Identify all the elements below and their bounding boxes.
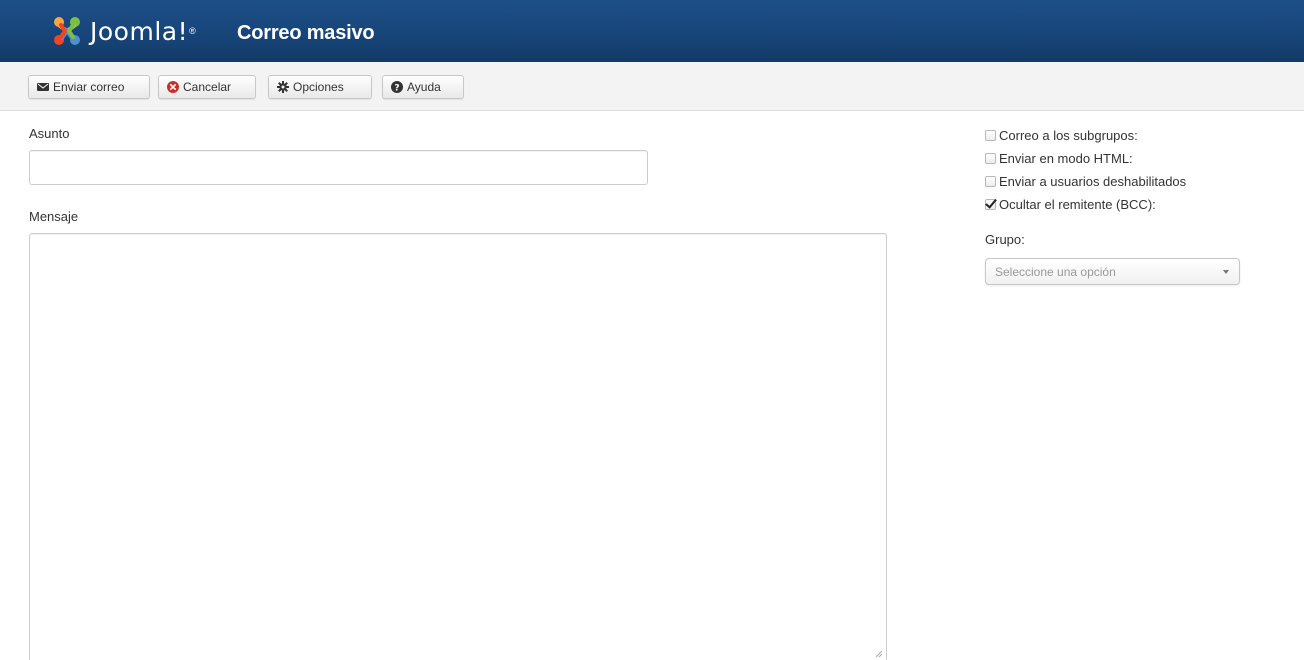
joomla-logo-icon	[54, 17, 80, 45]
mail-subgroups-label: Correo a los subgrupos:	[999, 128, 1138, 143]
html-mode-option[interactable]: Enviar en modo HTML:	[985, 151, 1133, 166]
hide-sender-bcc-label: Ocultar el remitente (BCC):	[999, 197, 1156, 212]
toolbar: Enviar correo Cancelar Opciones ? Ayuda	[0, 62, 1304, 111]
options-button[interactable]: Opciones	[268, 75, 372, 99]
resize-grip-icon[interactable]	[873, 648, 883, 658]
group-label: Grupo:	[985, 232, 1025, 247]
subject-input[interactable]	[29, 150, 648, 185]
hide-sender-bcc-checkbox[interactable]	[985, 199, 996, 210]
cancel-circle-icon	[167, 81, 179, 93]
mail-subgroups-checkbox[interactable]	[985, 130, 996, 141]
disabled-users-label: Enviar a usuarios deshabilitados	[999, 174, 1187, 189]
group-select[interactable]: Seleccione una opción	[985, 258, 1240, 285]
disabled-users-option[interactable]: Enviar a usuarios deshabilitados	[985, 174, 1186, 189]
disabled-users-checkbox[interactable]	[985, 176, 996, 187]
envelope-icon	[37, 81, 49, 93]
help-button[interactable]: ? Ayuda	[382, 75, 464, 99]
gear-icon	[277, 81, 289, 93]
svg-text:?: ?	[394, 83, 399, 93]
hide-sender-bcc-option[interactable]: Ocultar el remitente (BCC):	[985, 197, 1156, 212]
question-circle-icon: ?	[391, 81, 403, 93]
group-select-placeholder: Seleccione una opción	[995, 264, 1116, 279]
message-label: Mensaje	[29, 209, 79, 224]
header-bar: Joomla! ® Correo masivo	[0, 0, 1304, 62]
joomla-logo-text: Joomla!	[90, 16, 189, 46]
subject-label: Asunto	[29, 126, 70, 141]
help-label: Ayuda	[407, 80, 441, 94]
options-label: Opciones	[293, 80, 344, 94]
page-title: Correo masivo	[237, 22, 375, 44]
cancel-button[interactable]: Cancelar	[158, 75, 256, 99]
send-mail-button[interactable]: Enviar correo	[28, 75, 150, 99]
cancel-label: Cancelar	[183, 80, 232, 94]
chevron-down-icon	[1223, 270, 1229, 274]
joomla-logo[interactable]: Joomla! ®	[50, 10, 196, 52]
mail-subgroups-option[interactable]: Correo a los subgrupos:	[985, 128, 1138, 143]
registered-mark: ®	[189, 26, 196, 36]
message-textarea[interactable]	[29, 233, 887, 660]
send-mail-label: Enviar correo	[53, 80, 125, 94]
html-mode-checkbox[interactable]	[985, 153, 996, 164]
html-mode-label: Enviar en modo HTML:	[999, 151, 1133, 166]
